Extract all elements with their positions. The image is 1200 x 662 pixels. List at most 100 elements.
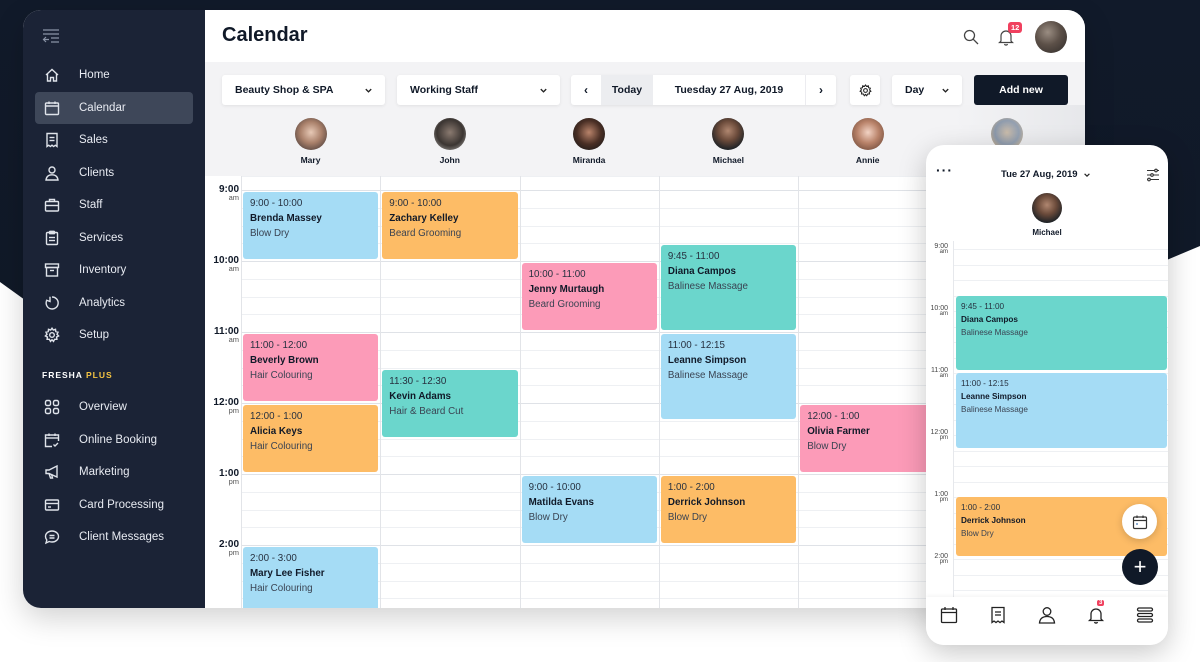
notifications-badge: 12 bbox=[1008, 22, 1023, 33]
sidebar-item-card-processing[interactable]: Card Processing bbox=[35, 489, 193, 522]
staff-name: John bbox=[439, 155, 460, 165]
appointment-service: Blow Dry bbox=[250, 228, 290, 239]
time-column: 9:00 am 10:00 am 11:00 am 12:00 pm 1:00 pm 2:00 pm bbox=[205, 176, 241, 608]
sidebar-item-online-booking[interactable]: Online Booking bbox=[35, 424, 193, 457]
staff-avatar[interactable] bbox=[573, 118, 606, 150]
appointment-card[interactable]: 9:00 - 10:00 Matilda Evans Blow Dry bbox=[521, 476, 657, 543]
tab-notifications[interactable] bbox=[1086, 605, 1106, 625]
user-icon bbox=[1038, 607, 1056, 624]
main-nav: Home Calendar Sales Clients Staff Services Inv… bbox=[35, 59, 193, 352]
chevron-down-icon bbox=[942, 88, 949, 93]
appointment-card[interactable]: 11:30 - 12:30 Kevin Adams Hair & Beard Cut bbox=[382, 369, 518, 437]
gear-icon bbox=[43, 326, 61, 344]
sidebar-item-services[interactable]: Services bbox=[35, 222, 193, 255]
mobile-app-preview: ··· Tue 27 Aug, 2019 Michael 9:00 am 10:00… bbox=[926, 145, 1168, 645]
appointment-time: 10:00 - 11:00 bbox=[528, 269, 586, 280]
appointment-client: Beverly Brown bbox=[250, 355, 319, 366]
current-date[interactable]: Tuesday 27 Aug, 2019 bbox=[653, 75, 806, 105]
sidebar-item-label: Online Booking bbox=[79, 433, 157, 446]
appointment-card[interactable]: 9:00 - 10:00 Zachary Kelley Beard Grooming bbox=[382, 192, 518, 259]
staff-column-header[interactable]: Michael bbox=[659, 118, 798, 165]
search-icon[interactable] bbox=[963, 29, 979, 45]
appointment-card[interactable]: 1:00 - 2:00 Derrick Johnson Blow Dry bbox=[660, 476, 797, 543]
calendar-icon bbox=[940, 607, 958, 624]
next-day-button[interactable]: › bbox=[806, 75, 836, 105]
sidebar-item-staff[interactable]: Staff bbox=[35, 189, 193, 222]
location-select[interactable]: Beauty Shop & SPA bbox=[222, 75, 385, 105]
megaphone-icon bbox=[43, 463, 61, 481]
receipt-icon bbox=[991, 606, 1005, 624]
staff-column-header[interactable]: Mary bbox=[241, 118, 380, 165]
appointment-service: Hair Colouring bbox=[250, 441, 313, 452]
staff-filter-select[interactable]: Working Staff bbox=[397, 75, 560, 105]
staff-avatar[interactable] bbox=[433, 118, 466, 150]
column-divider bbox=[798, 176, 800, 608]
appointment-card[interactable]: 10:00 - 11:00 Jenny Murtaugh Beard Groomin… bbox=[521, 263, 657, 330]
staff-avatar[interactable] bbox=[1032, 193, 1062, 223]
briefcase-icon bbox=[43, 196, 61, 214]
appointment-card[interactable]: 12:00 - 1:00 Alicia Keys Hair Colouring bbox=[243, 405, 379, 472]
jump-to-date-button[interactable] bbox=[1122, 504, 1157, 539]
prev-day-button[interactable]: ‹ bbox=[571, 75, 601, 105]
sidebar: Home Calendar Sales Clients Staff Services Inv… bbox=[23, 10, 205, 608]
appointment-service: Blow Dry bbox=[528, 512, 568, 523]
mobile-gridline bbox=[954, 590, 1168, 591]
sidebar-item-client-messages[interactable]: Client Messages bbox=[35, 521, 193, 554]
mobile-appointment-card[interactable]: 11:00 - 12:15 Leanne Simpson Balinese Mass… bbox=[956, 373, 1167, 448]
collapse-sidebar-icon[interactable] bbox=[42, 28, 60, 44]
appointment-card[interactable]: 9:45 - 11:00 Diana Campos Balinese Massage bbox=[660, 245, 797, 330]
mobile-appointment-card[interactable]: 9:45 - 11:00 Diana Campos Balinese Massage bbox=[956, 295, 1167, 370]
appointment-service: Hair Colouring bbox=[250, 370, 313, 381]
appointment-time: 9:00 - 10:00 bbox=[250, 198, 303, 209]
staff-column-header[interactable]: John bbox=[380, 118, 519, 165]
user-avatar[interactable] bbox=[1035, 21, 1067, 53]
tab-sales[interactable] bbox=[988, 605, 1008, 625]
sidebar-item-home[interactable]: Home bbox=[35, 59, 193, 92]
sidebar-item-analytics[interactable]: Analytics bbox=[35, 287, 193, 320]
add-new-button[interactable]: Add new bbox=[974, 75, 1068, 105]
tab-clients[interactable] bbox=[1037, 605, 1057, 625]
appointment-client: Matilda Evans bbox=[528, 497, 594, 508]
staff-avatar[interactable] bbox=[851, 118, 884, 150]
sidebar-item-label: Inventory bbox=[79, 264, 127, 277]
staff-avatar[interactable] bbox=[712, 118, 745, 150]
filter-sliders-icon[interactable] bbox=[1146, 168, 1160, 182]
view-select[interactable]: Day bbox=[892, 75, 962, 105]
column-divider bbox=[241, 176, 242, 608]
appointment-card[interactable]: 11:00 - 12:15 Leanne Simpson Balinese Mass… bbox=[660, 334, 797, 419]
today-button[interactable]: Today bbox=[601, 75, 653, 105]
add-appointment-fab[interactable]: + bbox=[1122, 549, 1158, 585]
sidebar-item-overview[interactable]: Overview bbox=[35, 391, 193, 424]
staff-avatar[interactable] bbox=[294, 118, 327, 150]
appointment-service: Balinese Massage bbox=[961, 405, 1028, 414]
sidebar-item-marketing[interactable]: Marketing bbox=[35, 456, 193, 489]
mobile-date-select[interactable]: Tue 27 Aug, 2019 bbox=[1001, 169, 1091, 180]
appointment-card[interactable]: 11:00 - 12:00 Beverly Brown Hair Colouring bbox=[243, 334, 379, 401]
calendar-settings-button[interactable] bbox=[850, 75, 880, 105]
mobile-gridline bbox=[954, 249, 1168, 250]
appointment-service: Beard Grooming bbox=[389, 228, 462, 239]
sidebar-item-inventory[interactable]: Inventory bbox=[35, 254, 193, 287]
archive-icon bbox=[43, 261, 61, 279]
sidebar-item-clients[interactable]: Clients bbox=[35, 157, 193, 190]
more-options-icon[interactable]: ··· bbox=[936, 163, 953, 177]
sidebar-item-sales[interactable]: Sales bbox=[35, 124, 193, 157]
sidebar-item-label: Marketing bbox=[79, 466, 130, 479]
sidebar-item-label: Clients bbox=[79, 166, 115, 179]
sidebar-item-label: Sales bbox=[79, 134, 108, 147]
appointment-card[interactable]: 9:00 - 10:00 Brenda Massey Blow Dry bbox=[243, 192, 379, 259]
appointment-service: Balinese Massage bbox=[667, 281, 748, 293]
header: Calendar 12 bbox=[205, 10, 1085, 62]
sidebar-item-calendar[interactable]: Calendar bbox=[35, 91, 193, 124]
calendar-check-icon bbox=[43, 431, 61, 449]
staff-column-header[interactable]: Miranda bbox=[520, 118, 659, 165]
appointment-client: Diana Campos bbox=[961, 314, 1018, 324]
staff-column-header[interactable]: Annie bbox=[798, 118, 937, 165]
tab-calendar[interactable] bbox=[939, 605, 959, 625]
staff-name: Mary bbox=[300, 155, 321, 165]
plus-nav: Overview Online Booking Marketing Card Proc… bbox=[35, 391, 193, 554]
appointment-card[interactable]: 12:00 - 1:00 Olivia Farmer Blow Dry bbox=[800, 405, 936, 472]
tab-menu[interactable] bbox=[1135, 605, 1155, 625]
appointment-card[interactable]: 2:00 - 3:00 Mary Lee Fisher Hair Colouring bbox=[243, 547, 379, 608]
sidebar-item-setup[interactable]: Setup bbox=[35, 319, 193, 352]
